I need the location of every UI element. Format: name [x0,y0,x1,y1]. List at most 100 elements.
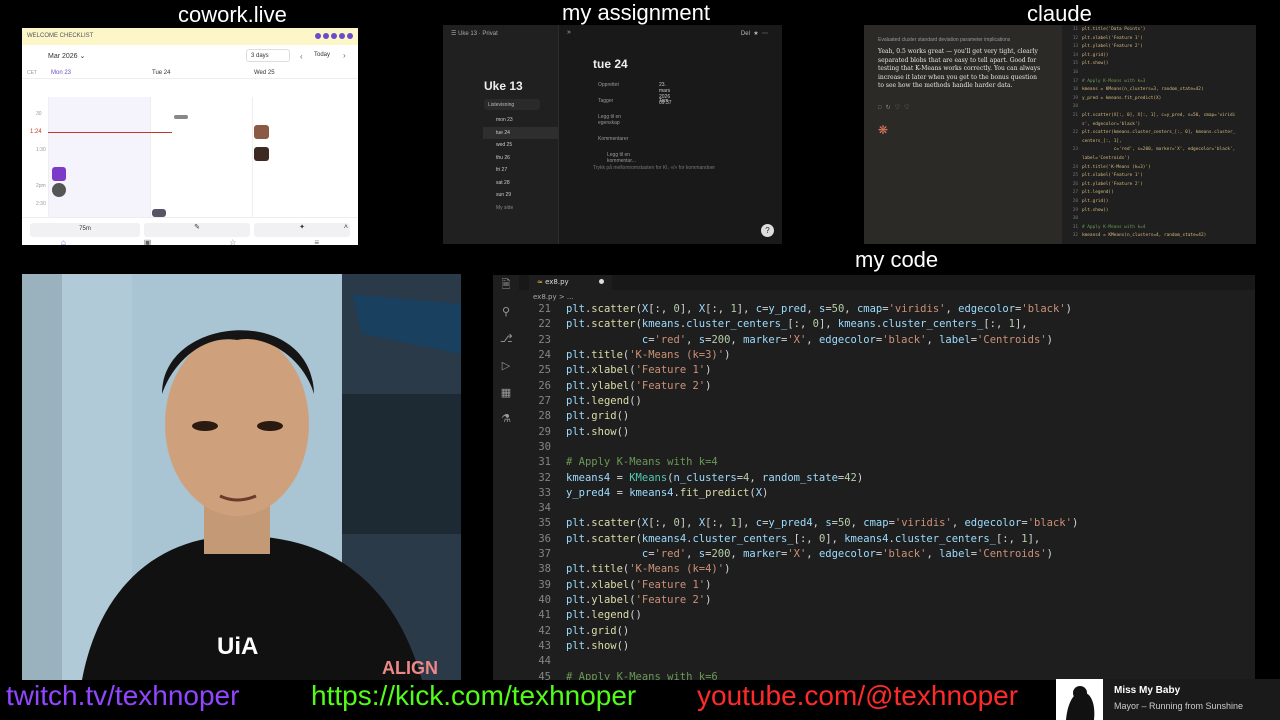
property-row[interactable]: Tagger Tom [593,93,668,109]
code-line[interactable]: 35 plt.scatter(X[:, 0], X[:, 1], c=y_pred… [519,517,1255,532]
kick-link[interactable]: https://kick.com/texhnoper [311,680,636,712]
code-line[interactable]: 41 plt.legend() [519,609,1255,624]
list-view-tab[interactable]: Listevisning [484,99,540,110]
source-control-icon[interactable]: ⎇ [500,333,513,345]
line-text: plt.xlabel('Feature 1') [1082,35,1143,41]
avatar[interactable] [254,125,269,139]
code-line[interactable]: 33 y_pred4 = kmeans4.fit_predict(X) [519,487,1255,502]
editor-placeholder[interactable]: Trykk på mellomromstasten for KI, «/» fo… [593,165,715,171]
view-select[interactable]: 3 days [246,49,290,62]
testing-icon[interactable]: ⚗ [500,413,512,425]
star-icon[interactable]: ★ [753,31,758,37]
code-line[interactable]: 40 plt.ylabel('Feature 2') [519,594,1255,609]
tab-ex8[interactable]: ≈ ex8.py [529,275,612,290]
now-indicator-line [48,132,172,133]
avatar[interactable] [52,183,66,197]
timer-button[interactable]: 75m [30,223,140,237]
comment-input[interactable]: Legg til en kommentar... [593,147,636,164]
welcome-banner[interactable]: WELCOME CHECKLIST [22,28,358,45]
star-icon[interactable]: ☆ [229,238,236,245]
list-item[interactable]: thu 26 [483,152,558,165]
day-tue[interactable]: Tue 24 [152,70,170,76]
unsaved-dot-icon[interactable] [598,279,604,284]
calendar-grid[interactable]: 30 1:24 1:30 2pm 2:30 [22,97,358,217]
youtube-link[interactable]: youtube.com/@texhnoper [697,680,1018,712]
breadcrumb[interactable]: ☰ Uke 13 · Privat [451,30,498,37]
code-line[interactable]: 24 plt.title('K-Means (k=3)') [519,349,1255,364]
list-item[interactable]: tue 24 [483,126,558,139]
code-line[interactable]: 23 c='red', s=200, marker='X', edgecolor… [519,334,1255,349]
list-item[interactable]: wed 25 [483,139,558,152]
day-column[interactable] [48,97,150,217]
line-number: 32 [1072,233,1078,239]
line-number: 29 [538,425,551,438]
pin-icon[interactable]: ✦ [254,223,350,237]
share-button[interactable]: Del [741,31,750,37]
line-text: label='Centroids') [1082,156,1130,161]
page-title[interactable]: tue 24 [593,57,628,71]
code-line[interactable]: 29 plt.show() [519,426,1255,441]
collapse-icon[interactable]: » [567,29,571,36]
explorer-icon[interactable]: 🗎 [500,279,512,291]
day-mon[interactable]: Mon 23 [51,70,71,76]
day-column[interactable] [150,97,252,217]
line-text: # Apply K-Means with k=6 [566,670,718,680]
calendar-event[interactable] [152,209,166,217]
code-artifact[interactable]: 11 plt.title('Data Points') 12 plt.xlabel('… [1062,25,1256,244]
prev-arrow-icon[interactable]: ‹ [300,52,303,61]
search-icon[interactable]: ⚲ [500,306,512,318]
code-line[interactable]: 39 plt.xlabel('Feature 1') [519,579,1255,594]
list-item[interactable]: sun 29 [483,189,558,202]
list-item[interactable]: fri 27 [483,164,558,177]
code-line[interactable]: 27 plt.legend() [519,395,1255,410]
label-cowork: cowork.live [178,2,287,27]
list-item[interactable]: mon 23 [483,114,558,127]
avatar[interactable] [254,147,269,161]
code-line[interactable]: 25 plt.xlabel('Feature 1') [519,364,1255,379]
run-debug-icon[interactable]: ▷ [500,360,512,372]
menu-icon[interactable]: ☰ [451,31,456,37]
mic-icon[interactable]: ✎ [144,223,250,237]
list-item[interactable]: sat 28 [483,177,558,190]
more-icon[interactable]: ⋯ [762,31,768,37]
thinking-summary[interactable]: Evaluated cluster standard deviation par… [878,37,1010,43]
today-button[interactable]: Today [314,52,330,58]
month-selector[interactable]: Mar 2026 ⌄ [48,52,85,60]
chevron-up-icon[interactable]: ˄ [344,224,348,231]
line-text: # Apply K-Means with k=3 [1082,78,1146,84]
next-arrow-icon[interactable]: › [343,51,346,60]
code-line[interactable]: 26 plt.ylabel('Feature 2') [519,380,1255,395]
help-icon[interactable]: ? [761,224,774,237]
calendar-event[interactable] [52,167,66,181]
now-indicator-label: 1:24 [30,129,42,135]
line-number: 31 [538,456,551,469]
property-row[interactable]: Opprettet 23. mars 2026 09:37 [593,77,672,106]
code-line[interactable]: 36 plt.scatter(kmeans4.cluster_centers_[:… [519,533,1255,548]
code-line[interactable]: 43 plt.show() [519,640,1255,655]
code-line[interactable]: 22 plt.scatter(kmeans.cluster_centers_[:,… [519,318,1255,333]
message-actions[interactable]: □↻♡♡ [878,104,913,111]
add-property-button[interactable]: Legg til en egenskap [593,109,628,126]
twitch-link[interactable]: twitch.tv/texhnoper [6,680,239,712]
calendar-icon[interactable]: ▣ [144,238,152,245]
line-text: plt.title('K-Means (k=4)') [566,563,731,576]
day-wed[interactable]: Wed 25 [254,70,275,76]
menu-icon[interactable]: ≡ [314,238,319,245]
line-number: 13 [1072,44,1078,50]
code-line[interactable]: 42 plt.grid() [519,625,1255,640]
breadcrumb[interactable]: ex8.py > ... [533,293,574,301]
code-line[interactable]: 38 plt.title('K-Means (k=4)') [519,563,1255,578]
home-icon[interactable]: ⌂ [61,238,66,245]
line-number: 23 [1072,147,1078,153]
calendar-event[interactable] [174,115,188,119]
code-line[interactable]: 34 [519,502,1255,517]
code-line[interactable]: 44 [519,655,1255,670]
list-item[interactable]: My side [483,202,558,215]
code-line[interactable]: 28 plt.grid() [519,410,1255,425]
code-line[interactable]: 21 plt.scatter(X[:, 0], X[:, 1], c=y_pred… [519,303,1255,318]
code-line[interactable]: 37 c='red', s=200, marker='X', edgecolor… [519,548,1255,563]
code-line[interactable]: 30 [519,441,1255,456]
code-line[interactable]: 31 # Apply K-Means with k=4 [519,456,1255,471]
code-line[interactable]: 32 kmeans4 = KMeans(n_clusters=4, random_… [519,472,1255,487]
extensions-icon[interactable]: ▦ [500,387,512,399]
